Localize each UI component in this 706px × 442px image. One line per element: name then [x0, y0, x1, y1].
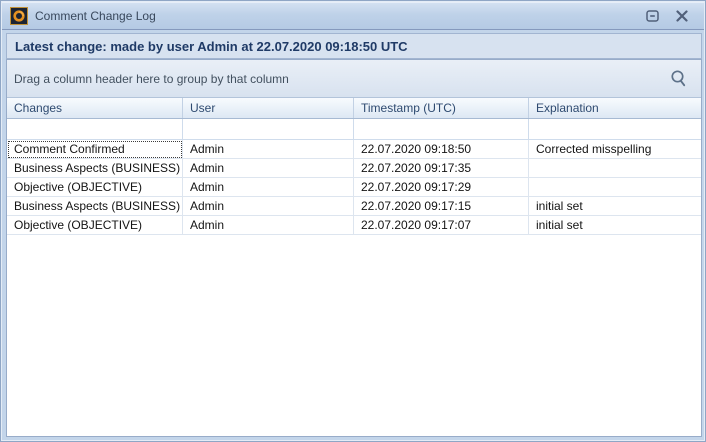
cell-timestamp[interactable]: 22.07.2020 09:17:15 — [354, 197, 529, 216]
table-row[interactable]: Business Aspects (BUSINESS) Admin 22.07.… — [7, 159, 701, 178]
auto-filter-row — [7, 119, 701, 140]
cell-explanation[interactable]: initial set — [529, 216, 701, 235]
cell-explanation[interactable] — [529, 178, 701, 197]
cell-explanation[interactable] — [529, 159, 701, 178]
cell-user[interactable]: Admin — [183, 216, 354, 235]
cell-timestamp[interactable]: 22.07.2020 09:17:35 — [354, 159, 529, 178]
grid-empty-area — [7, 235, 701, 436]
cell-changes[interactable]: Business Aspects (BUSINESS) — [7, 159, 183, 178]
filter-cell-changes[interactable] — [7, 119, 183, 139]
cell-timestamp[interactable]: 22.07.2020 09:18:50 — [354, 140, 529, 159]
close-icon — [676, 10, 688, 22]
close-button[interactable] — [674, 8, 690, 24]
cell-timestamp[interactable]: 22.07.2020 09:17:07 — [354, 216, 529, 235]
filter-cell-user[interactable] — [183, 119, 354, 139]
cell-changes[interactable]: Comment Confirmed — [7, 140, 183, 159]
latest-change-summary: Latest change: made by user Admin at 22.… — [6, 33, 702, 59]
window-controls — [644, 8, 696, 24]
title-bar[interactable]: Comment Change Log — [2, 2, 704, 30]
comment-change-log-window: Comment Change Log Latest change: made b… — [0, 0, 706, 442]
table-row[interactable]: Objective (OBJECTIVE) Admin 22.07.2020 0… — [7, 178, 701, 197]
group-by-panel[interactable]: Drag a column header here to group by th… — [7, 60, 701, 98]
window-title: Comment Change Log — [35, 9, 644, 23]
cell-explanation[interactable]: initial set — [529, 197, 701, 216]
cell-user[interactable]: Admin — [183, 159, 354, 178]
cell-changes[interactable]: Objective (OBJECTIVE) — [7, 216, 183, 235]
latest-change-text: Latest change: made by user Admin at 22.… — [15, 39, 408, 54]
cell-timestamp[interactable]: 22.07.2020 09:17:29 — [354, 178, 529, 197]
cell-changes[interactable]: Objective (OBJECTIVE) — [7, 178, 183, 197]
cell-explanation[interactable]: Corrected misspelling — [529, 140, 701, 159]
column-header-user[interactable]: User — [183, 98, 354, 118]
change-log-grid: Drag a column header here to group by th… — [6, 59, 702, 437]
cell-user[interactable]: Admin — [183, 178, 354, 197]
column-header-timestamp[interactable]: Timestamp (UTC) — [354, 98, 529, 118]
table-row[interactable]: Business Aspects (BUSINESS) Admin 22.07.… — [7, 197, 701, 216]
column-header-explanation[interactable]: Explanation — [529, 98, 701, 118]
cell-changes[interactable]: Business Aspects (BUSINESS) — [7, 197, 183, 216]
search-button[interactable] — [667, 67, 691, 91]
cell-user[interactable]: Admin — [183, 140, 354, 159]
filter-cell-explanation[interactable] — [529, 119, 701, 139]
app-logo-icon — [10, 7, 28, 25]
cell-user[interactable]: Admin — [183, 197, 354, 216]
minimize-icon — [646, 10, 659, 22]
table-row[interactable]: Objective (OBJECTIVE) Admin 22.07.2020 0… — [7, 216, 701, 235]
table-row[interactable]: Comment Confirmed Admin 22.07.2020 09:18… — [7, 140, 701, 159]
minimize-button[interactable] — [644, 8, 660, 24]
column-header-changes[interactable]: Changes — [7, 98, 183, 118]
filter-cell-timestamp[interactable] — [354, 119, 529, 139]
search-icon — [668, 68, 690, 90]
header-row: Changes User Timestamp (UTC) Explanation — [7, 98, 701, 119]
group-by-hint: Drag a column header here to group by th… — [14, 72, 289, 86]
